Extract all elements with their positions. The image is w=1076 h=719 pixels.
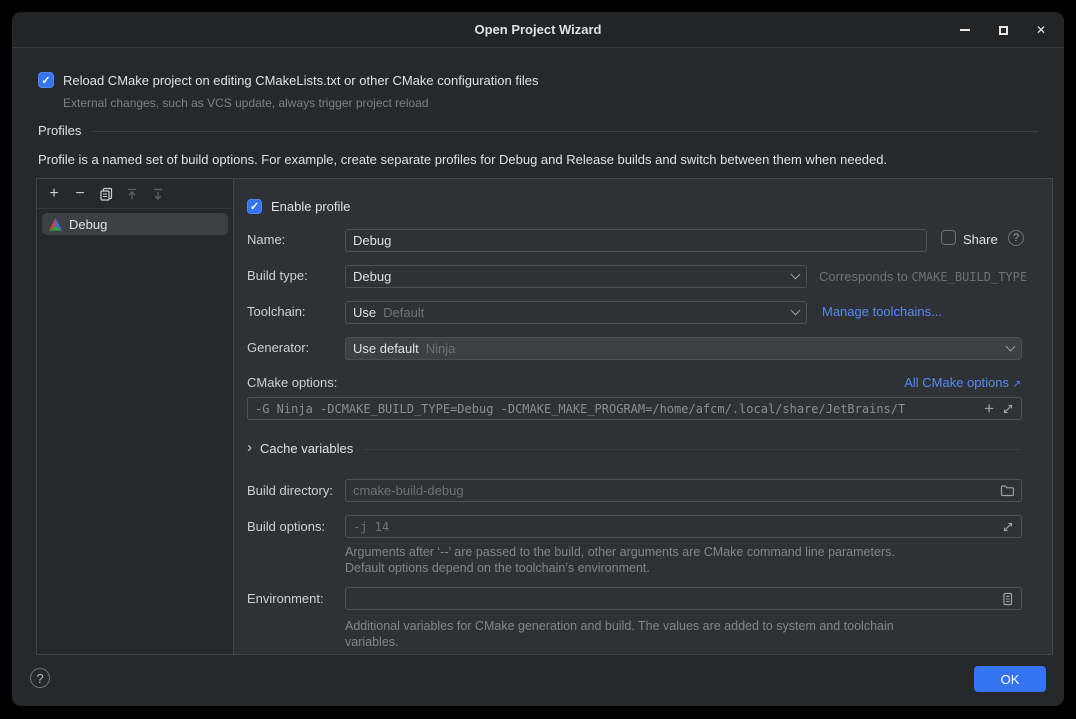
profile-item-label: Debug — [69, 217, 107, 232]
cache-variables-toggle[interactable]: › Cache variables — [247, 441, 1021, 456]
all-cmake-options-link[interactable]: All CMake options ↗ — [904, 375, 1021, 390]
window-controls: ✕ — [958, 12, 1048, 48]
toolchain-value: Use — [353, 305, 376, 320]
profile-list-toolbar: + − — [37, 179, 233, 209]
cache-variables-label: Cache variables — [260, 441, 353, 456]
expand-icon[interactable] — [1002, 403, 1014, 415]
chevron-down-icon — [784, 275, 799, 278]
profile-list-panel: + − — [37, 179, 234, 654]
enable-profile-checkbox[interactable]: ✓ — [247, 199, 262, 214]
build-options-label: Build options: — [247, 519, 325, 534]
title-bar: Open Project Wizard ✕ — [12, 12, 1064, 48]
build-type-hint-code: CMAKE_BUILD_TYPE — [912, 270, 1028, 284]
minimize-button[interactable] — [958, 23, 972, 37]
chevron-down-icon — [999, 347, 1014, 350]
build-type-label: Build type: — [247, 268, 308, 283]
profiles-section-header: Profiles — [38, 123, 1038, 138]
build-type-hint: Corresponds to CMAKE_BUILD_TYPE — [819, 269, 1027, 284]
expand-icon[interactable] — [1002, 521, 1014, 533]
profiles-header-line — [91, 131, 1038, 132]
enable-profile-row: ✓ Enable profile — [247, 199, 351, 214]
profile-form-panel: ✓ Enable profile Name: Debug Share ? Bui… — [234, 179, 1052, 654]
profiles-header-label: Profiles — [38, 123, 81, 138]
manage-toolchains-link[interactable]: Manage toolchains... — [822, 304, 942, 319]
add-icon: + — [49, 186, 58, 202]
profiles-description: Profile is a named set of build options.… — [38, 152, 887, 167]
help-icon: ? — [36, 671, 43, 686]
reload-cmake-label: Reload CMake project on editing CMakeLis… — [63, 73, 538, 88]
close-button[interactable]: ✕ — [1034, 23, 1048, 37]
copy-icon — [99, 187, 113, 201]
all-cmake-options-text: All CMake options — [904, 375, 1009, 390]
build-directory-placeholder: cmake-build-debug — [353, 483, 464, 498]
window-title: Open Project Wizard — [474, 22, 601, 37]
add-option-icon[interactable]: + — [984, 400, 994, 417]
open-project-wizard-dialog: Open Project Wizard ✕ ✓ Reload CMake pro… — [12, 12, 1064, 706]
remove-profile-button[interactable]: − — [73, 187, 87, 201]
build-options-input[interactable]: -j 14 — [345, 515, 1022, 538]
environment-label: Environment: — [247, 591, 324, 606]
cmake-options-input[interactable]: -G Ninja -DCMAKE_BUILD_TYPE=Debug -DCMAK… — [247, 397, 1022, 420]
toolchain-label: Toolchain: — [247, 304, 306, 319]
name-label: Name: — [247, 232, 285, 247]
generator-select[interactable]: Use default Ninja — [345, 337, 1022, 360]
move-up-icon — [125, 187, 139, 201]
cmake-options-value: -G Ninja -DCMAKE_BUILD_TYPE=Debug -DCMAK… — [255, 402, 905, 416]
build-type-hint-text: Corresponds to — [819, 269, 912, 284]
name-input[interactable]: Debug — [345, 229, 927, 252]
check-icon: ✓ — [41, 74, 50, 87]
build-options-placeholder: -j 14 — [353, 520, 389, 534]
maximize-icon — [999, 26, 1008, 35]
move-down-icon — [151, 187, 165, 201]
reload-cmake-comment: External changes, such as VCS update, al… — [63, 96, 429, 110]
minimize-icon — [960, 29, 970, 31]
move-up-button[interactable] — [125, 187, 139, 201]
reload-cmake-checkbox[interactable]: ✓ — [38, 72, 54, 88]
environment-input[interactable] — [345, 587, 1022, 610]
check-icon: ✓ — [250, 200, 259, 213]
toolchain-select[interactable]: Use Default — [345, 301, 807, 324]
enable-profile-label: Enable profile — [271, 199, 351, 214]
folder-icon[interactable] — [1000, 484, 1014, 497]
reload-cmake-row: ✓ Reload CMake project on editing CMakeL… — [38, 72, 538, 88]
environment-help-1: Additional variables for CMake generatio… — [345, 619, 894, 633]
cache-variables-line — [363, 449, 1021, 450]
toolchain-placeholder: Default — [383, 305, 424, 320]
chevron-right-icon: › — [247, 439, 252, 456]
profile-list: Debug — [37, 209, 233, 239]
profiles-panel: + − — [36, 178, 1053, 655]
ok-button[interactable]: OK — [974, 666, 1046, 692]
cmake-icon — [48, 217, 63, 232]
build-directory-label: Build directory: — [247, 483, 333, 498]
build-directory-input[interactable]: cmake-build-debug — [345, 479, 1022, 502]
profile-list-item-debug[interactable]: Debug — [42, 213, 228, 235]
remove-icon: − — [75, 186, 84, 202]
generator-label: Generator: — [247, 340, 309, 355]
generator-placeholder: Ninja — [426, 341, 456, 356]
chevron-down-icon — [784, 311, 799, 314]
build-type-select[interactable]: Debug — [345, 265, 807, 288]
add-profile-button[interactable]: + — [47, 187, 61, 201]
help-button[interactable]: ? — [30, 668, 50, 688]
name-value: Debug — [353, 233, 391, 248]
variables-list-icon[interactable] — [1001, 592, 1014, 606]
environment-help-2: variables. — [345, 635, 399, 649]
cmake-options-label: CMake options: — [247, 375, 337, 390]
share-checkbox[interactable] — [941, 230, 956, 245]
move-down-button[interactable] — [151, 187, 165, 201]
maximize-button[interactable] — [996, 23, 1010, 37]
close-icon: ✕ — [1036, 24, 1046, 36]
build-type-value: Debug — [353, 269, 391, 284]
build-options-help-1: Arguments after ‘--’ are passed to the b… — [345, 545, 895, 559]
build-options-help-2: Default options depend on the toolchain’… — [345, 561, 650, 575]
share-label: Share — [963, 232, 998, 247]
external-link-icon: ↗ — [1013, 379, 1021, 390]
generator-value: Use default — [353, 341, 419, 356]
copy-profile-button[interactable] — [99, 187, 113, 201]
share-help-button[interactable]: ? — [1008, 230, 1024, 246]
help-icon: ? — [1013, 232, 1019, 244]
